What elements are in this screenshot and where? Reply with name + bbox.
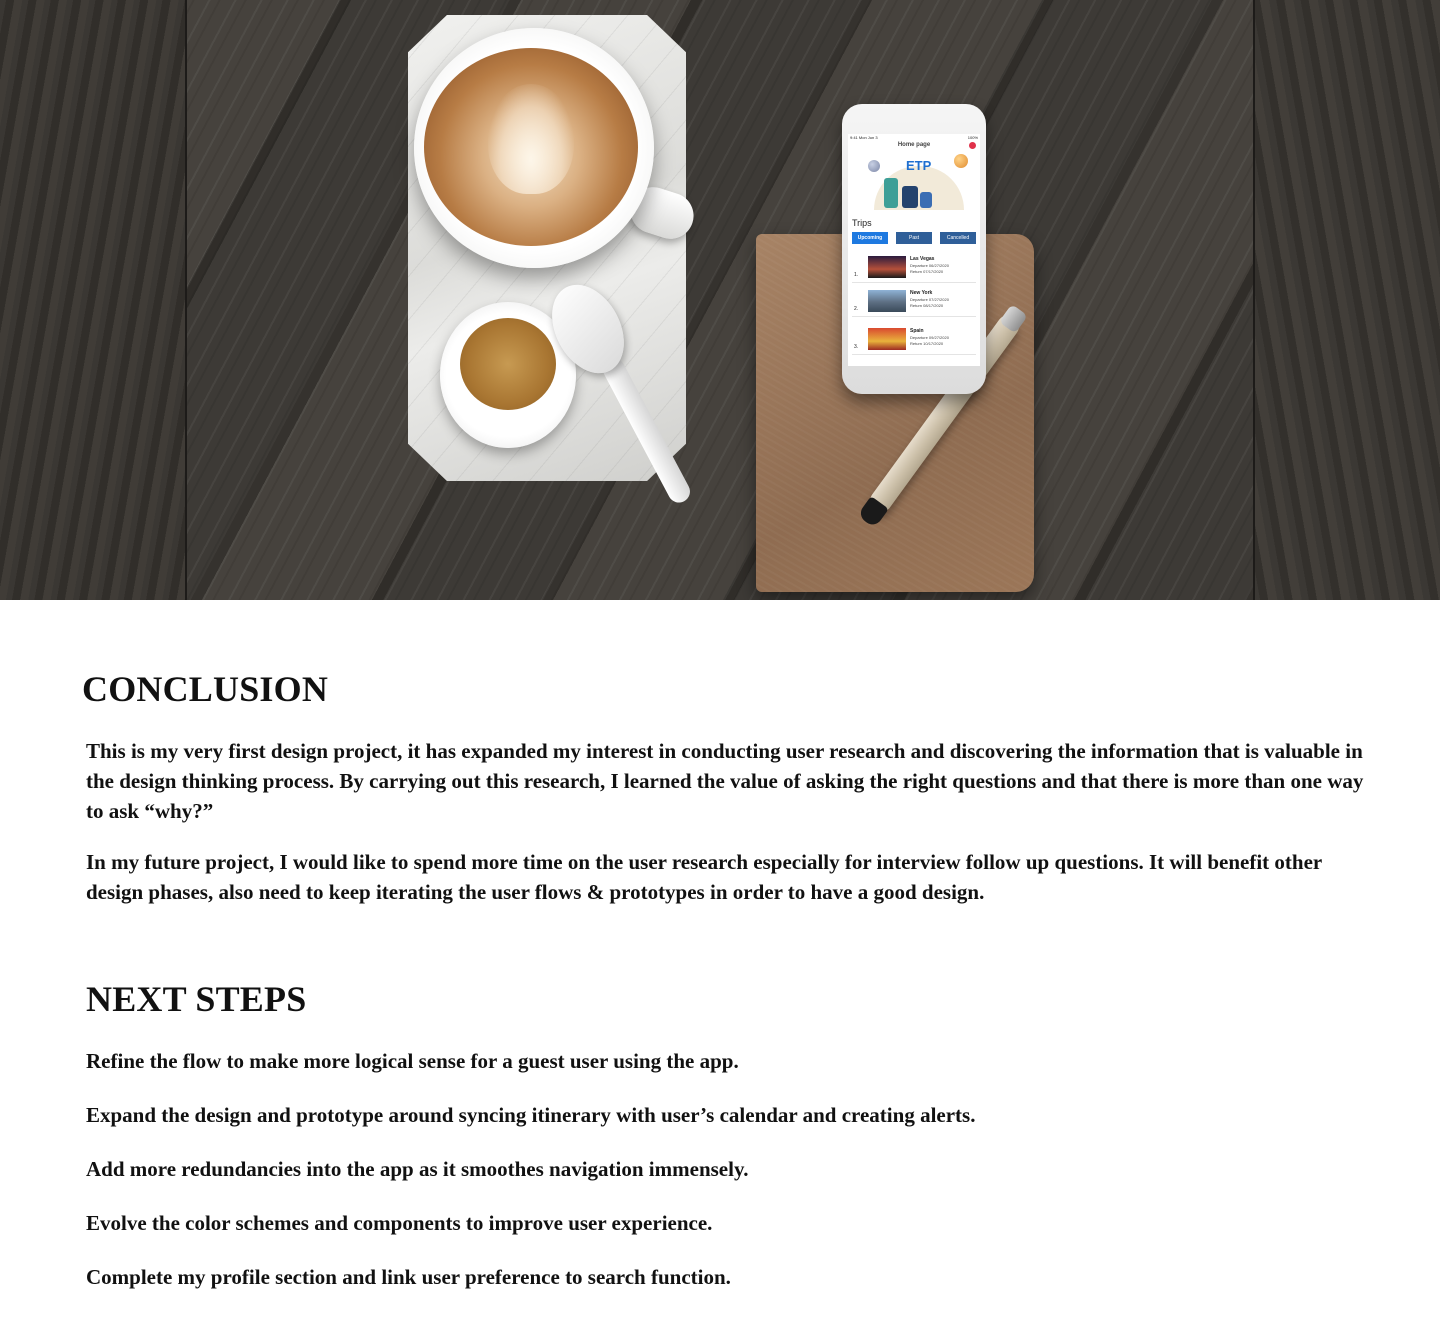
trip-item: 3. Spain Departure 09/27/2020 Return 10/… — [852, 324, 976, 355]
conclusion-heading: CONCLUSION — [82, 669, 329, 709]
suitcase-icon — [920, 192, 932, 208]
trip-item: 1. Las Vegas Departure 06/27/2020 Return… — [852, 252, 976, 283]
next-step-item: Evolve the color schemes and components … — [86, 1211, 713, 1235]
app-page-title: Home page — [897, 142, 931, 148]
trip-return: Return 07/17/2020 — [910, 269, 944, 274]
trip-tabs: Upcoming Past Cancelled — [852, 232, 976, 244]
tab-upcoming: Upcoming — [852, 232, 888, 244]
trips-title: Trips — [852, 218, 872, 228]
phone-mockup: 9:41 Mon Jun 3 100% Home page ETP Trips … — [842, 104, 986, 394]
trip-number: 2. — [854, 306, 859, 312]
next-steps-heading: NEXT STEPS — [86, 979, 307, 1019]
trip-thumbnail — [868, 290, 906, 312]
next-step-item: Refine the flow to make more logical sen… — [86, 1049, 739, 1073]
next-step-item: Complete my profile section and link use… — [86, 1265, 731, 1289]
trip-number: 3. — [854, 344, 859, 350]
notification-badge-icon — [969, 142, 976, 149]
trip-return: Return 08/17/2020 — [910, 303, 944, 308]
suitcase-icon — [902, 186, 918, 208]
wood-panel-right — [1253, 0, 1440, 600]
status-battery: 100% — [967, 135, 978, 140]
conclusion-paragraph: In my future project, I would like to sp… — [86, 850, 1322, 904]
trip-thumbnail — [868, 328, 906, 350]
latte-art — [488, 84, 574, 194]
hero-photo: 9:41 Mon Jun 3 100% Home page ETP Trips … — [0, 0, 1440, 600]
case-study-content: CONCLUSION This is my very first design … — [0, 600, 1440, 1343]
status-time: 9:41 Mon Jun 3 — [850, 135, 878, 140]
conclusion-paragraph: This is my very first design project, it… — [86, 739, 1364, 823]
trip-thumbnail — [868, 256, 906, 278]
trip-departure: Departure 07/27/2020 — [910, 297, 949, 302]
app-logo: ETP — [906, 158, 932, 173]
next-step-item: Expand the design and prototype around s… — [86, 1103, 976, 1127]
next-step-item: Add more redundancies into the app as it… — [86, 1157, 749, 1181]
trip-number: 1. — [854, 272, 859, 278]
trip-return: Return 10/17/2020 — [910, 341, 944, 346]
wood-panel-left — [0, 0, 187, 600]
tab-cancelled: Cancelled — [940, 232, 976, 244]
trip-departure: Departure 09/27/2020 — [910, 335, 949, 340]
trip-city: Spain — [910, 328, 924, 334]
phone-screen: 9:41 Mon Jun 3 100% Home page ETP Trips … — [848, 134, 980, 366]
trip-departure: Departure 06/27/2020 — [910, 263, 949, 268]
status-bar: 9:41 Mon Jun 3 100% — [850, 135, 978, 140]
trip-city: Las Vegas — [910, 256, 935, 262]
next-steps-list: Refine the flow to make more logical sen… — [86, 1046, 1376, 1316]
tab-past: Past — [896, 232, 932, 244]
planet-icon — [954, 154, 968, 168]
trip-item: 2. New York Departure 07/27/2020 Return … — [852, 286, 976, 317]
trip-city: New York — [910, 290, 933, 296]
planet-icon — [868, 160, 880, 172]
suitcase-icon — [884, 178, 898, 208]
brown-sugar — [460, 318, 556, 410]
